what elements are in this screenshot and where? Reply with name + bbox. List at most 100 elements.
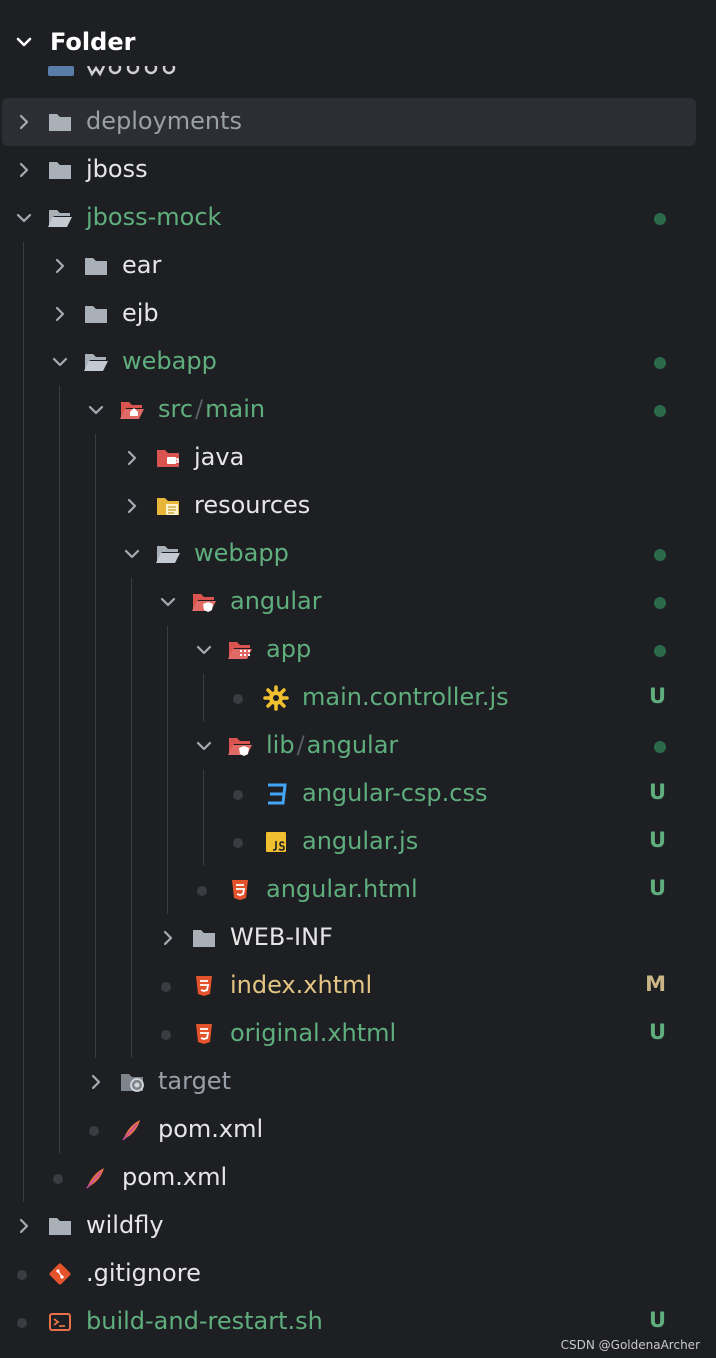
untracked-badge: U <box>648 1020 666 1044</box>
path-segment-b: angular <box>306 731 399 759</box>
tree-item-label: angular.html <box>266 875 418 903</box>
chevron-right-icon[interactable] <box>86 1072 106 1092</box>
chevron-right-icon[interactable] <box>50 256 70 276</box>
path-separator: / <box>195 395 204 423</box>
tree-row-pom-outer[interactable]: pom.xml <box>0 1154 716 1202</box>
tree-item-label: angular.js <box>302 827 419 855</box>
file-bullet <box>89 1126 99 1136</box>
folder-app-icon <box>228 642 252 659</box>
file-bullet <box>197 886 207 896</box>
modified-folder-dot <box>654 597 666 609</box>
chevron-down-icon[interactable] <box>194 736 214 756</box>
folder-angular-icon <box>228 738 252 756</box>
chevron-down-icon[interactable] <box>14 32 34 52</box>
tree-row-angular-js[interactable]: angular.js U <box>0 818 716 866</box>
chevron-down-icon[interactable] <box>86 400 106 420</box>
tree-row-angular-html[interactable]: angular.html U <box>0 866 716 914</box>
chevron-right-icon[interactable] <box>14 1216 34 1236</box>
folder-icon <box>85 306 107 323</box>
folder-header[interactable]: Folder <box>0 20 716 68</box>
tree-row-webapp-inner[interactable]: webapp <box>0 530 716 578</box>
tree-row-main-controller[interactable]: main.controller.js U <box>0 674 716 722</box>
chevron-right-icon[interactable] <box>14 112 34 132</box>
tree-row-angular-csp[interactable]: angular-csp.css U <box>0 770 716 818</box>
tree-row-ear[interactable]: ear <box>0 242 716 290</box>
tree-item-label: main.controller.js <box>302 683 509 711</box>
file-bullet <box>233 694 243 704</box>
chevron-down-icon[interactable] <box>158 592 178 612</box>
folder-icon <box>193 930 215 947</box>
tree-item-label: pom.xml <box>158 1115 264 1143</box>
scrolled-row-fragment <box>40 66 190 84</box>
chevron-right-icon[interactable] <box>122 496 142 516</box>
modified-folder-dot <box>654 549 666 561</box>
tree-item-label: angular <box>230 587 322 615</box>
tree-item-label: webapp <box>194 539 289 567</box>
tree-row-original-xhtml[interactable]: original.xhtml U <box>0 1010 716 1058</box>
folder-open-icon <box>84 354 108 371</box>
file-bullet <box>17 1318 27 1328</box>
chevron-right-icon[interactable] <box>158 928 178 948</box>
file-bullet <box>233 838 243 848</box>
tree-row-app[interactable]: app <box>0 626 716 674</box>
tree-row-target[interactable]: target <box>0 1058 716 1106</box>
git-icon <box>49 1263 71 1285</box>
tree-row-index-xhtml[interactable]: index.xhtml M <box>0 962 716 1010</box>
chevron-right-icon[interactable] <box>122 448 142 468</box>
folder-target-icon <box>121 1074 144 1092</box>
chevron-down-icon[interactable] <box>122 544 142 564</box>
tree-row-webapp[interactable]: webapp <box>0 338 716 386</box>
tree-row-gitignore[interactable]: .gitignore <box>0 1250 716 1298</box>
tree-item-label: original.xhtml <box>230 1019 397 1047</box>
chevron-down-icon[interactable] <box>194 640 214 660</box>
tree-row-src-main[interactable]: src/main <box>0 386 716 434</box>
tree-item-label: jboss-mock <box>86 203 222 231</box>
folder-java-icon <box>157 450 179 467</box>
tree-item-label: angular-csp.css <box>302 779 488 807</box>
modified-folder-dot <box>654 357 666 369</box>
modified-folder-dot <box>654 213 666 225</box>
tree-row-lib-angular[interactable]: lib/angular <box>0 722 716 770</box>
gear-icon <box>263 685 289 711</box>
tree-row-wildfly[interactable]: wildfly <box>0 1202 716 1250</box>
tree-item-label: .gitignore <box>86 1259 201 1287</box>
tree-row-resources[interactable]: resources <box>0 482 716 530</box>
tree-item-label: app <box>266 635 312 663</box>
chevron-down-icon[interactable] <box>14 208 34 228</box>
chevron-right-icon[interactable] <box>50 304 70 324</box>
folder-open-icon <box>156 546 180 563</box>
folder-icon <box>49 114 71 131</box>
tree-row-jboss-mock[interactable]: jboss-mock <box>0 194 716 242</box>
tree-item-label: WEB-INF <box>230 923 333 951</box>
folder-open-icon <box>48 210 72 227</box>
chevron-right-icon[interactable] <box>14 160 34 180</box>
maven-feather-icon <box>86 1168 104 1189</box>
css-icon <box>268 783 287 805</box>
tree-item-label: deployments <box>86 107 243 135</box>
tree-item-label: target <box>158 1067 231 1095</box>
watermark: CSDN @GoldenaArcher <box>560 1338 700 1352</box>
modified-folder-dot <box>654 741 666 753</box>
tree-row-java[interactable]: java <box>0 434 716 482</box>
panel-title: Folder <box>50 28 136 56</box>
folder-resource-icon <box>157 498 179 515</box>
folder-icon <box>49 1218 71 1235</box>
tree-row-ejb[interactable]: ejb <box>0 290 716 338</box>
tree-item-label: src/main <box>158 395 265 423</box>
tree-row-jboss[interactable]: jboss <box>0 146 716 194</box>
file-bullet <box>53 1174 63 1184</box>
tree-item-label: java <box>194 443 245 471</box>
chevron-down-icon[interactable] <box>50 352 70 372</box>
tree-row-deployments[interactable]: deployments <box>2 98 696 146</box>
tree-item-label: pom.xml <box>122 1163 228 1191</box>
untracked-badge: U <box>648 684 666 708</box>
path-segment-b: main <box>205 395 266 423</box>
tree-row-web-inf[interactable]: WEB-INF <box>0 914 716 962</box>
tree-row-pom-inner[interactable]: pom.xml <box>0 1106 716 1154</box>
tree-item-label: ear <box>122 251 162 279</box>
folder-icon <box>85 258 107 275</box>
tree-row-angular[interactable]: angular <box>0 578 716 626</box>
tree-item-label: webapp <box>122 347 217 375</box>
modified-badge: M <box>645 972 666 996</box>
tree-item-label: ejb <box>122 299 159 327</box>
